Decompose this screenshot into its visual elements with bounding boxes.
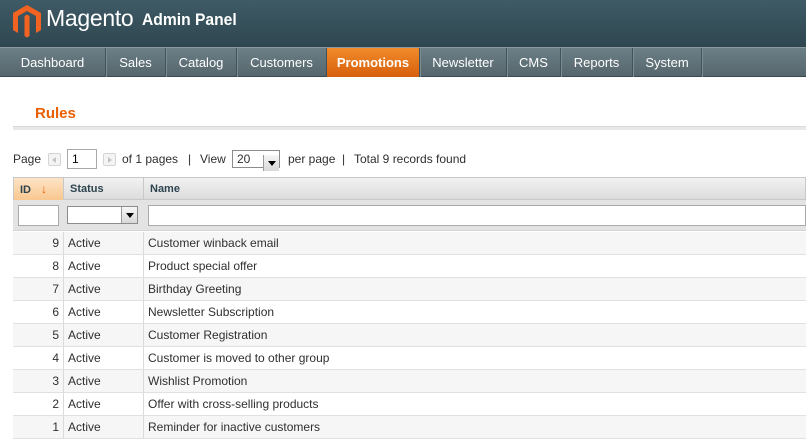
rule-id: 8	[13, 255, 64, 277]
rule-status: Active	[64, 416, 144, 438]
grid-pager: Page of 1 pages | View 20 per page | Tot…	[13, 148, 806, 171]
rule-status: Active	[64, 301, 144, 323]
nav-item-reports[interactable]: Reports	[561, 48, 633, 77]
total-records: Total 9 records found	[354, 152, 467, 166]
rule-name: Birthday Greeting	[148, 282, 242, 296]
nav-item-newsletter[interactable]: Newsletter	[420, 48, 507, 77]
nav-item-cms[interactable]: CMS	[507, 48, 561, 77]
column-header-id[interactable]: ID ↓	[14, 178, 64, 200]
table-row[interactable]: 8 Active Product special offer	[13, 255, 806, 278]
rule-id: 3	[13, 370, 64, 392]
chevron-down-icon[interactable]	[263, 155, 279, 171]
rule-name: Newsletter Subscription	[148, 305, 275, 319]
rule-name: Wishlist Promotion	[148, 374, 248, 388]
rule-id: 6	[13, 301, 64, 323]
rule-status: Active	[64, 347, 144, 369]
rule-name: Customer Registration	[148, 328, 268, 342]
rule-name: Reminder for inactive customers	[148, 420, 321, 434]
table-row[interactable]: 9 Active Customer winback email	[13, 232, 806, 255]
table-row[interactable]: 1 Active Reminder for inactive customers	[13, 416, 806, 439]
nav-item-system[interactable]: System	[633, 48, 702, 77]
table-row[interactable]: 2 Active Offer with cross-selling produc…	[13, 393, 806, 416]
admin-header: Magento Admin Panel	[0, 0, 806, 47]
page-title: Rules	[35, 105, 76, 122]
title-divider	[13, 126, 806, 130]
rule-name: Product special offer	[148, 259, 258, 273]
brand-subtitle: Admin Panel	[142, 10, 237, 29]
per-page-select[interactable]: 20	[232, 150, 280, 171]
column-header-name[interactable]: Name	[144, 178, 805, 200]
rule-name: Customer winback email	[148, 236, 279, 250]
rule-id: 7	[13, 278, 64, 300]
grid-rows: 9 Active Customer winback email 8 Active…	[13, 232, 806, 439]
page-count-text: of 1 pages	[122, 152, 179, 166]
rule-id: 2	[13, 393, 64, 415]
brand-name[interactable]: Magento	[46, 5, 134, 32]
table-row[interactable]: 6 Active Newsletter Subscription	[13, 301, 806, 324]
rule-status: Active	[64, 324, 144, 346]
column-header-label: ID	[20, 184, 31, 196]
rule-status: Active	[64, 255, 144, 277]
prev-page-icon[interactable]	[48, 153, 61, 166]
id-filter-input[interactable]	[18, 205, 59, 226]
per-page-label: per page	[288, 152, 336, 166]
table-row[interactable]: 3 Active Wishlist Promotion	[13, 370, 806, 393]
column-header-status[interactable]: Status	[64, 178, 144, 200]
rule-name: Offer with cross-selling products	[148, 397, 319, 411]
chevron-down-icon[interactable]	[121, 207, 137, 223]
page-label: Page	[13, 152, 42, 166]
table-row[interactable]: 5 Active Customer Registration	[13, 324, 806, 347]
main-nav: Dashboard Sales Catalog Customers Promot…	[0, 47, 806, 77]
rule-status: Active	[64, 393, 144, 415]
pager-separator: |	[188, 152, 192, 166]
per-page-value: 20	[237, 152, 251, 166]
rule-id: 4	[13, 347, 64, 369]
nav-item-dashboard[interactable]: Dashboard	[0, 48, 106, 77]
nav-item-promotions[interactable]: Promotions	[327, 48, 420, 77]
sort-descending-icon: ↓	[41, 182, 47, 196]
rule-id: 1	[13, 416, 64, 438]
next-page-icon[interactable]	[103, 153, 116, 166]
grid-header-row: ID ↓ Status Name	[13, 177, 806, 200]
name-filter-input[interactable]	[148, 205, 806, 226]
rule-id: 5	[13, 324, 64, 346]
nav-item-customers[interactable]: Customers	[237, 48, 327, 77]
magento-logo-icon[interactable]	[12, 4, 42, 38]
status-filter-select[interactable]	[67, 206, 138, 224]
rule-status: Active	[64, 278, 144, 300]
pager-separator: |	[342, 152, 346, 166]
rule-id: 9	[13, 232, 64, 254]
rule-status: Active	[64, 370, 144, 392]
table-row[interactable]: 7 Active Birthday Greeting	[13, 278, 806, 301]
page-number-input[interactable]	[67, 149, 97, 169]
view-label: View	[200, 152, 226, 166]
rule-name: Customer is moved to other group	[148, 351, 330, 365]
rule-status: Active	[64, 232, 144, 254]
nav-item-catalog[interactable]: Catalog	[166, 48, 237, 77]
nav-item-sales[interactable]: Sales	[106, 48, 166, 77]
grid-filter-row	[13, 200, 806, 231]
table-row[interactable]: 4 Active Customer is moved to other grou…	[13, 347, 806, 370]
